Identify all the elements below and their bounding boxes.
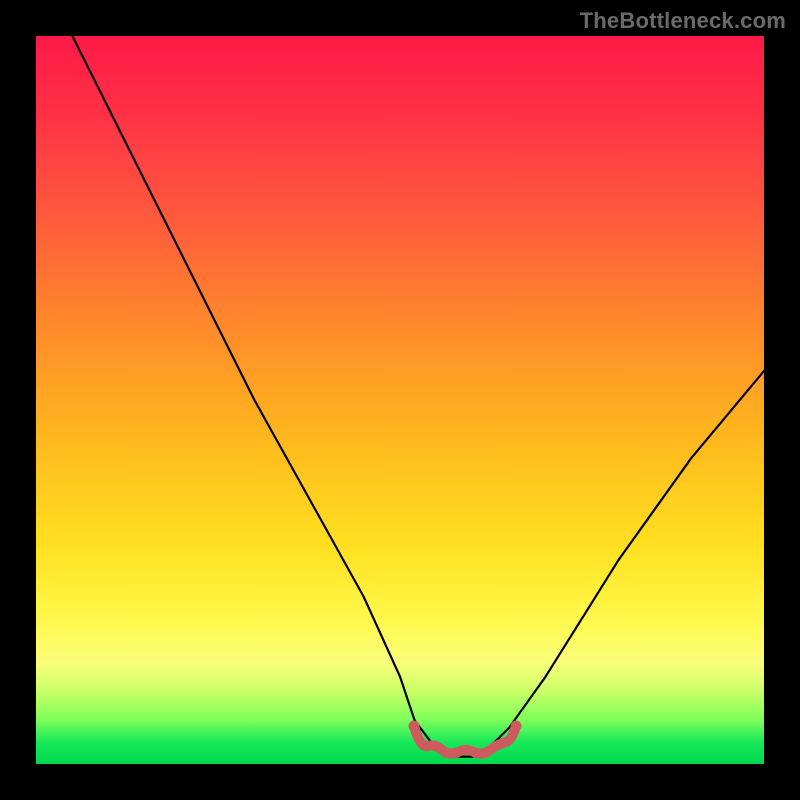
bottleneck-curve bbox=[72, 36, 764, 757]
optimal-zone-dot-right bbox=[511, 721, 522, 732]
curve-layer bbox=[36, 36, 764, 764]
chart-frame: TheBottleneck.com bbox=[0, 0, 800, 800]
plot-area bbox=[36, 36, 764, 764]
watermark-text: TheBottleneck.com bbox=[580, 8, 786, 34]
optimal-zone-dot-left bbox=[409, 721, 420, 732]
